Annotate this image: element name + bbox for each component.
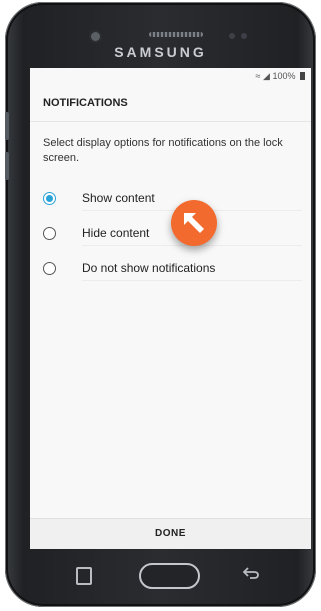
home-button[interactable] xyxy=(139,563,200,589)
option-label: Hide content xyxy=(82,226,150,240)
option-divider xyxy=(82,280,302,281)
brand-logo: SAMSUNG xyxy=(114,44,207,60)
volume-up-button xyxy=(5,112,9,140)
option-label: Do not show notifications xyxy=(82,261,216,275)
option-label: Show content xyxy=(82,191,155,205)
description-text: Select display options for notifications… xyxy=(43,137,283,164)
back-arrow-icon xyxy=(242,567,259,579)
title-divider xyxy=(30,121,311,122)
radio-do-not-show[interactable] xyxy=(43,261,56,275)
page-title: NOTIFICATIONS xyxy=(43,97,128,109)
option-do-not-show[interactable]: Do not show notifications xyxy=(40,255,302,281)
volume-down-button xyxy=(5,152,9,180)
option-show-content[interactable]: Show content xyxy=(40,185,302,211)
recent-apps-button[interactable] xyxy=(76,567,92,585)
done-button[interactable]: DONE xyxy=(30,518,311,549)
radio-show-content[interactable] xyxy=(43,191,56,205)
front-camera xyxy=(91,32,100,41)
sensor-dot xyxy=(241,33,247,39)
signal-icon: ◢ xyxy=(263,71,270,81)
radio-hide-content[interactable] xyxy=(43,226,56,240)
phone-screen: ≈ ◢ 100% NOTIFICATIONS Select display op… xyxy=(30,68,311,549)
battery-percent: 100% xyxy=(272,71,296,81)
sensor-dot xyxy=(229,33,235,39)
back-button[interactable] xyxy=(242,566,259,585)
tap-indicator-arrow-icon xyxy=(171,200,217,246)
arrow-up-left-icon xyxy=(184,213,204,233)
wifi-icon: ≈ xyxy=(255,71,261,81)
earpiece-speaker xyxy=(149,32,203,37)
status-bar: ≈ ◢ 100% xyxy=(30,68,311,84)
battery-icon xyxy=(300,72,305,80)
